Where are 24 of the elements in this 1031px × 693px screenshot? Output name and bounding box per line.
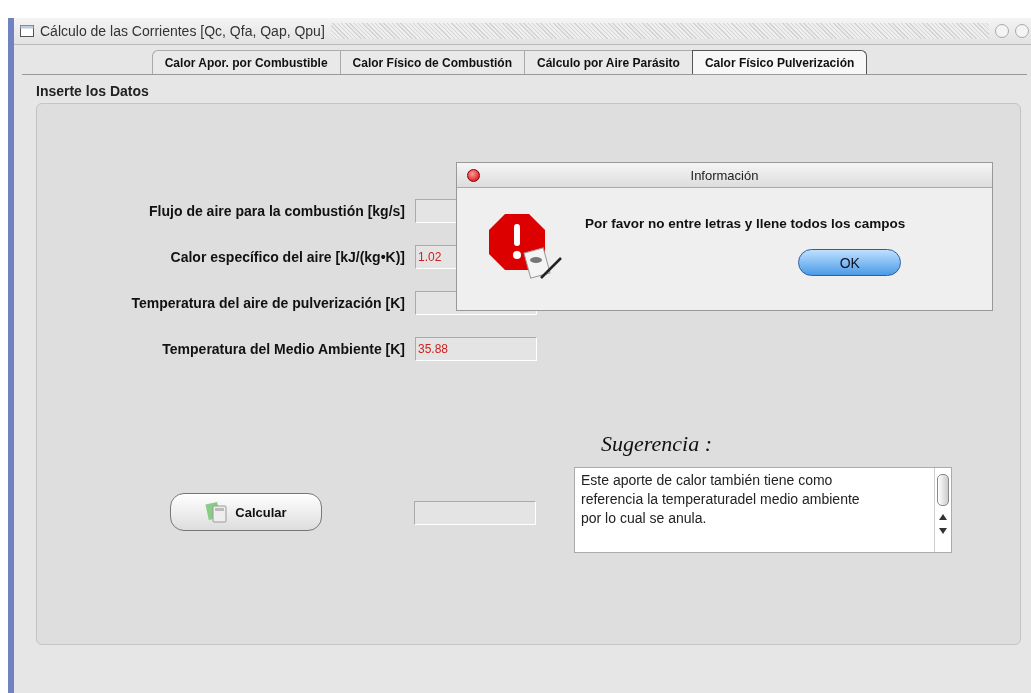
- calculator-icon: [205, 501, 230, 523]
- field-label: Calor específico del aire [kJ/(kg•K)]: [169, 249, 405, 265]
- field-label: Temperatura del Medio Ambiente [K]: [161, 341, 405, 357]
- field-label: Flujo de aire para la combustión [kg/s]: [148, 203, 405, 219]
- suggestion-title: Sugerencia :: [601, 431, 713, 457]
- tab[interactable]: Calor Físico Pulverización: [691, 50, 868, 74]
- dialog-message: Por favor no entre letras y llene todos los campos: [585, 216, 906, 231]
- result-field[interactable]: [414, 501, 536, 525]
- tab[interactable]: Calor Físico de Combustión: [339, 50, 524, 74]
- window-title: Cálculo de las Corrientes [Qc, Qfa, Qap, Qpu]: [40, 23, 325, 39]
- scroll-down-icon[interactable]: [939, 528, 947, 534]
- tab[interactable]: Cálculo por Aire Parásito: [523, 50, 692, 74]
- dialog-title: Información: [690, 167, 759, 183]
- suggestion-text-area[interactable]: Este aporte de calor también tiene como referencia la temperaturadel medio ambiente por lo cual se anula.: [574, 467, 952, 553]
- close-button[interactable]: [467, 168, 480, 182]
- field-label: Temperatura del aire de pulverización [K]: [130, 295, 405, 311]
- tab[interactable]: Calor Apor. por Combustible: [151, 50, 340, 74]
- scroll-up-icon[interactable]: [939, 514, 947, 520]
- panel-title: Inserte los Datos: [36, 83, 150, 99]
- scrollbar[interactable]: [934, 468, 951, 552]
- calculate-button[interactable]: Calcular: [170, 493, 322, 531]
- input-field[interactable]: 35.88: [415, 337, 537, 361]
- ok-button[interactable]: OK: [798, 249, 902, 276]
- window-icon: [20, 25, 34, 37]
